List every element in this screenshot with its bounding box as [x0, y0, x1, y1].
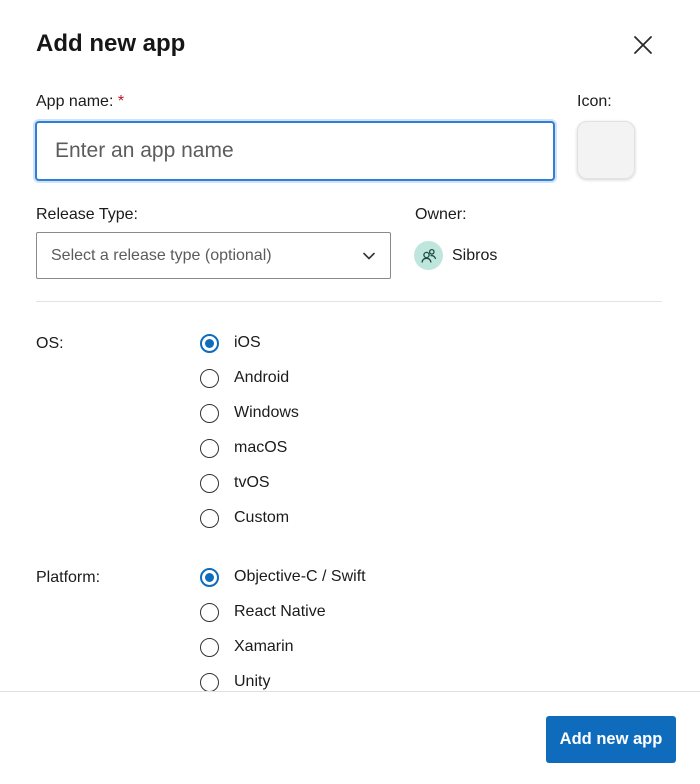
people-icon [420, 248, 436, 263]
divider [36, 301, 662, 302]
platform-option-label: Objective-C / Swift [234, 568, 366, 585]
os-option-windows[interactable]: Windows [200, 403, 299, 423]
platform-option-unity[interactable]: Unity [200, 672, 270, 692]
dialog-title: Add new app [36, 30, 186, 57]
platform-option-xamarin[interactable]: Xamarin [200, 637, 294, 657]
close-icon [634, 36, 652, 54]
platform-option-label: Unity [234, 673, 271, 690]
icon-label: Icon: [577, 93, 612, 110]
radio-button[interactable] [200, 438, 219, 458]
radio-button[interactable] [200, 672, 219, 692]
radio-button[interactable] [200, 368, 219, 388]
os-option-label: iOS [234, 334, 261, 351]
add-app-dialog: Add new app App name: * Icon: Release Ty… [0, 0, 700, 784]
owner: Sibros [414, 241, 497, 270]
owner-name: Sibros [452, 246, 498, 264]
os-option-label: Custom [234, 509, 290, 526]
radio-button[interactable] [200, 602, 219, 622]
release-type-label: Release Type: [36, 206, 138, 223]
radio-button-checked[interactable] [200, 567, 219, 587]
os-option-label: Android [234, 369, 290, 386]
radio-button[interactable] [200, 637, 219, 657]
radio-button[interactable] [200, 403, 219, 423]
dialog-footer: Add new app [0, 691, 700, 784]
app-name-label: App name: * [36, 93, 125, 110]
platform-label: Platform: [36, 569, 101, 586]
os-option-tvos[interactable]: tvOS [200, 473, 270, 493]
avatar [414, 241, 443, 270]
radio-button[interactable] [200, 473, 219, 493]
app-icon-picker[interactable] [577, 121, 635, 179]
platform-option-objc-swift[interactable]: Objective-C / Swift [200, 567, 366, 587]
close-button[interactable] [626, 28, 660, 62]
add-new-app-button[interactable]: Add new app [546, 716, 676, 763]
platform-option-react-native[interactable]: React Native [200, 602, 326, 622]
radio-button[interactable] [200, 508, 219, 528]
os-label: OS: [36, 335, 64, 352]
os-option-label: tvOS [234, 474, 270, 491]
radio-button-checked[interactable] [200, 333, 219, 353]
release-type-select[interactable]: Select a release type (optional) [36, 232, 391, 279]
app-name-input[interactable] [35, 121, 555, 181]
required-marker: * [117, 93, 125, 110]
os-option-android[interactable]: Android [200, 368, 289, 388]
os-option-label: macOS [234, 439, 288, 456]
owner-label: Owner: [415, 206, 467, 223]
os-option-custom[interactable]: Custom [200, 508, 289, 528]
os-option-label: Windows [234, 404, 299, 421]
os-option-ios[interactable]: iOS [200, 333, 261, 353]
release-type-placeholder: Select a release type (optional) [51, 246, 272, 264]
chevron-down-icon [363, 252, 375, 260]
os-option-macos[interactable]: macOS [200, 438, 287, 458]
platform-option-label: React Native [234, 603, 326, 620]
platform-option-label: Xamarin [234, 638, 294, 655]
